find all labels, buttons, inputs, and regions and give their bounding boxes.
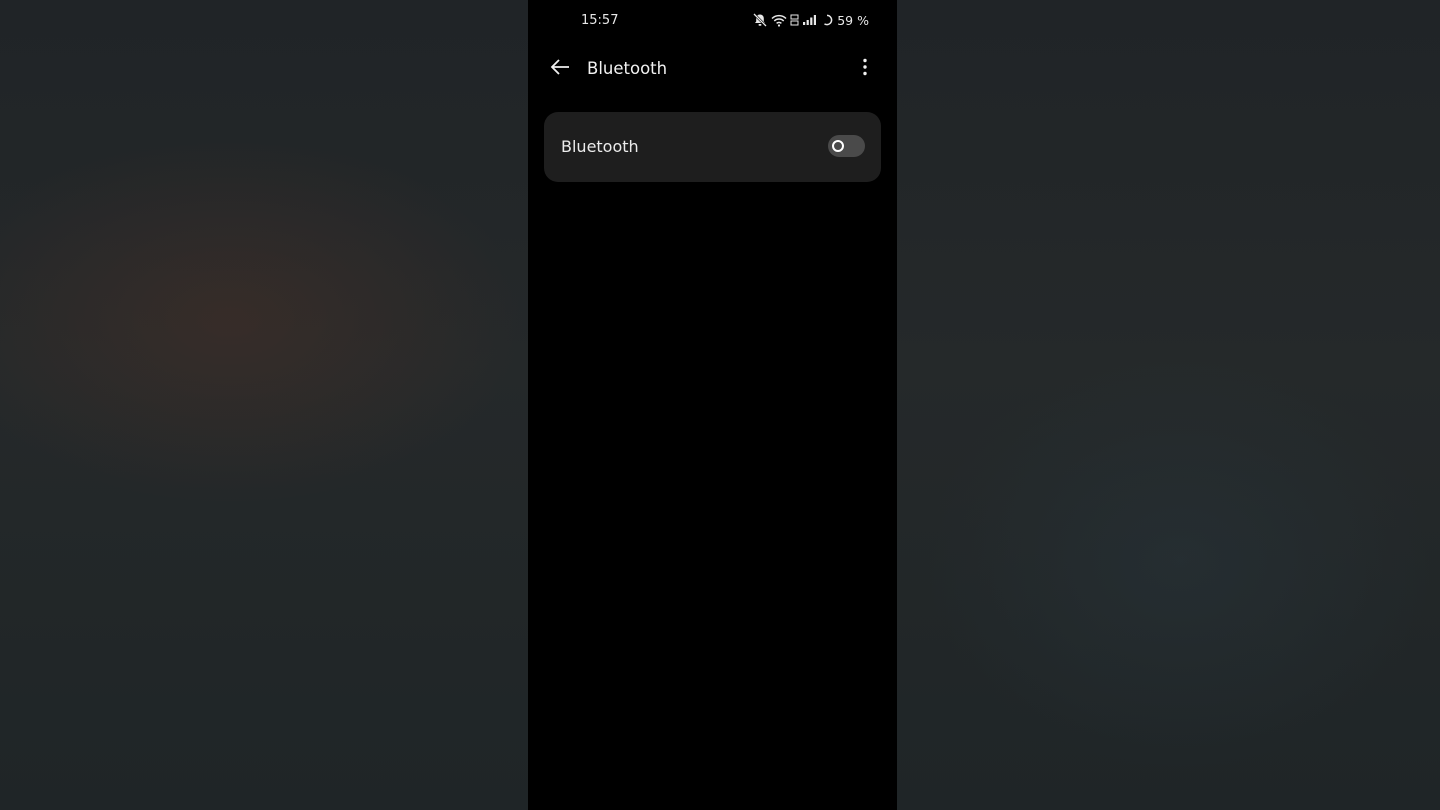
app-bar: Bluetooth [528, 48, 897, 90]
back-button[interactable] [546, 55, 574, 83]
more-vert-icon [862, 58, 868, 80]
status-icons: 59 % [752, 12, 869, 28]
page-title: Bluetooth [587, 59, 668, 78]
bluetooth-setting-label: Bluetooth [561, 137, 639, 156]
more-options-button[interactable] [851, 55, 879, 83]
notifications-muted-icon [752, 13, 768, 27]
battery-percent: 59 % [837, 12, 869, 28]
cell-signal-icon [802, 14, 818, 26]
status-bar: 15:57 59 % [528, 0, 897, 40]
status-time: 15:57 [581, 13, 619, 28]
bluetooth-setting-card[interactable]: Bluetooth [544, 112, 881, 182]
wifi-icon [771, 14, 787, 27]
toggle-knob [832, 140, 844, 152]
battery-icon [821, 14, 833, 26]
arrow-left-icon [550, 59, 570, 79]
bluetooth-toggle[interactable] [828, 135, 865, 157]
phone-screen: 15:57 59 % Bluetooth Bluetooth [528, 0, 897, 810]
network-type-icon [790, 14, 799, 26]
